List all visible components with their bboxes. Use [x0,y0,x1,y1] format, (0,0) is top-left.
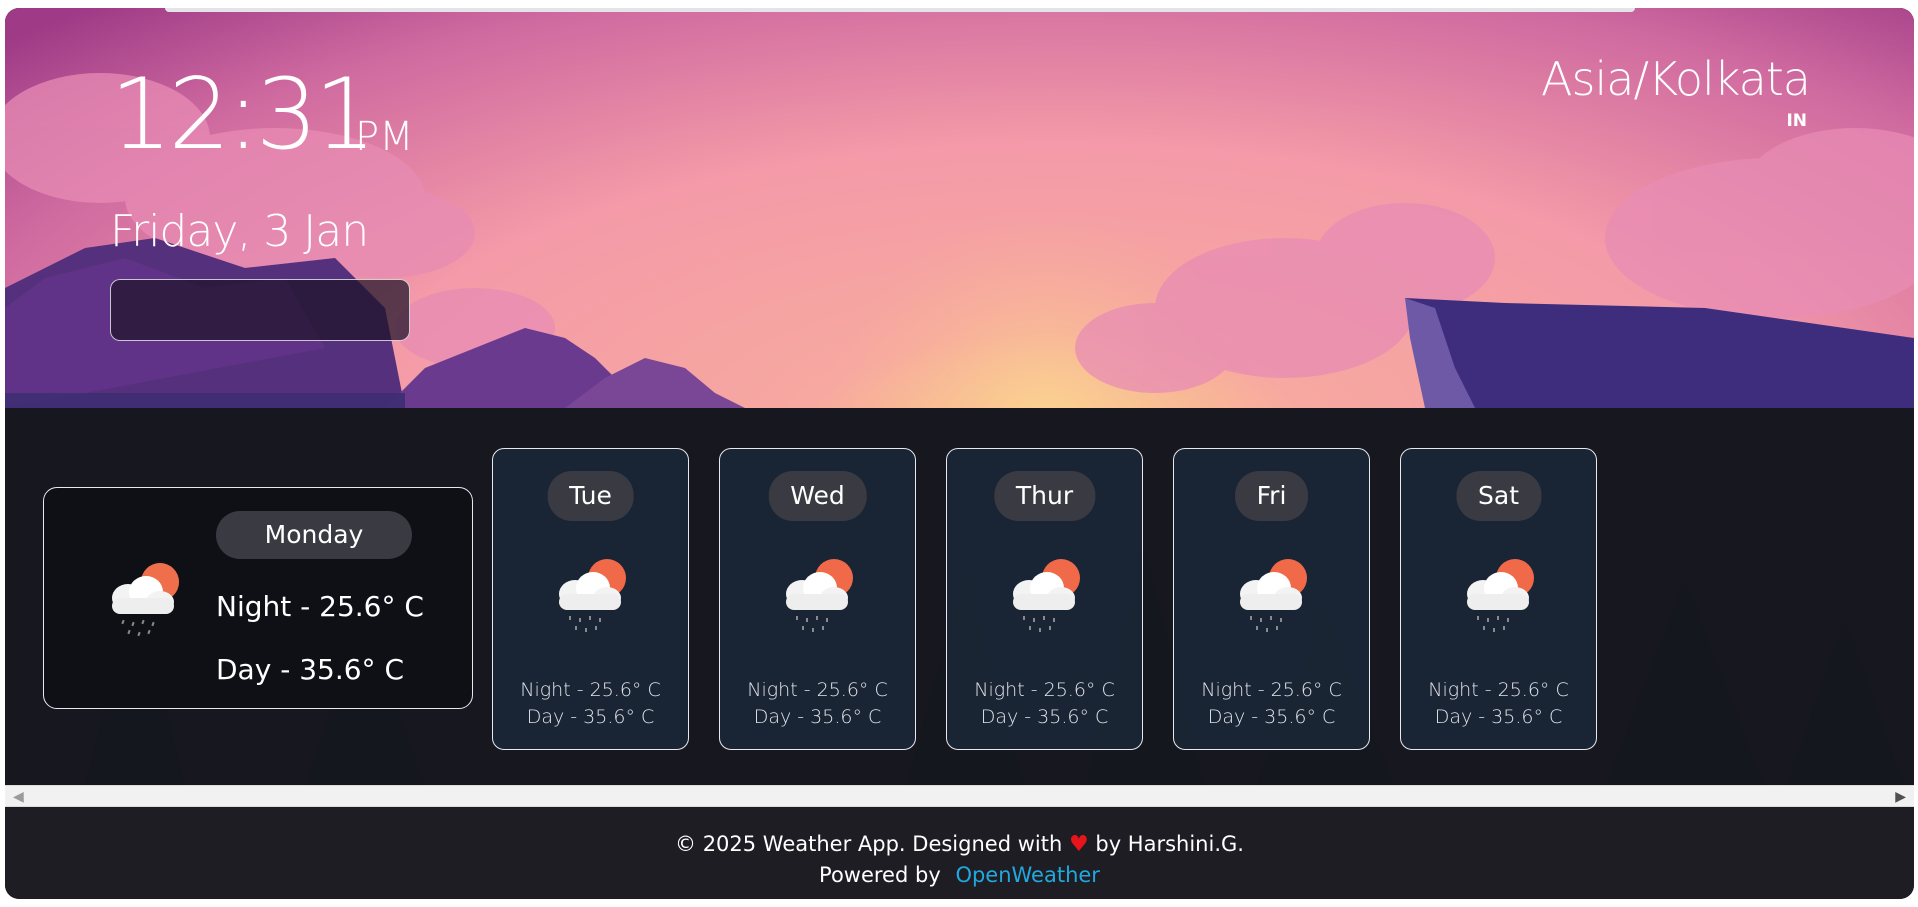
cloud-rain-sun-icon [112,563,179,637]
scroll-right-arrow-icon[interactable]: ▶ [1895,789,1906,805]
window-top-edge [165,8,1635,12]
today-forecast-card: Monday Night - 25.6° C Day - 35.6° C [43,487,473,709]
today-day-label: Monday [216,511,412,559]
forecast-day-label: Sat [1456,471,1541,521]
forecast-night-temp: Night - 25.6° C [1201,679,1342,701]
forecast-night-temp: Night - 25.6° C [520,679,661,701]
footer: © 2025 Weather App. Designed with ♥ by H… [5,808,1914,899]
cloud-rain-sun-icon [1467,559,1534,632]
forecast-day-temp: Day - 35.6° C [753,706,882,728]
cloud-rain-sun-icon [1240,559,1307,632]
footer-powered-line: Powered by OpenWeather [5,863,1914,887]
country-code: IN [1786,111,1807,131]
heart-icon: ♥ [1068,832,1089,857]
current-weather-info-box [110,279,410,341]
clock-time: 12:31 [110,58,376,172]
forecast-day-label: Wed [768,471,867,521]
forecast-card-tue: Tue Night - 25.6° C Day - 35.6° C [492,448,689,750]
timezone-label: Asia/Kolkata [1541,52,1811,106]
clock-date: Friday, 3 Jan [110,206,369,257]
forecast-day-temp: Day - 35.6° C [526,706,655,728]
forecast-day-label: Fri [1234,471,1309,521]
today-day-temp: Day - 35.6° C [216,653,404,686]
scroll-left-arrow-icon[interactable]: ◀ [13,789,24,805]
weather-app: 12:31 PM Friday, 3 Jan Asia/Kolkata IN M… [5,8,1914,899]
forecast-card-sat: Sat Night - 25.6° C Day - 35.6° C [1400,448,1597,750]
forecast-night-temp: Night - 25.6° C [747,679,888,701]
clock-ampm: PM [355,114,414,160]
openweather-link[interactable]: OpenWeather [955,863,1100,887]
forecast-day-label: Thur [993,471,1096,521]
footer-copyright: © 2025 Weather App. Designed with [675,832,1063,856]
forecast-day-temp: Day - 35.6° C [1207,706,1336,728]
footer-powered-by: Powered by [819,863,941,887]
forecast-card-fri: Fri Night - 25.6° C Day - 35.6° C [1173,448,1370,750]
forecast-night-temp: Night - 25.6° C [1428,679,1569,701]
today-night-temp: Night - 25.6° C [216,590,424,623]
forecast-night-temp: Night - 25.6° C [974,679,1115,701]
clock: 12:31 PM [110,58,414,172]
forecast-card-thur: Thur Night - 25.6° C Day - 35.6° C [946,448,1143,750]
forecast-day-label: Tue [547,471,634,521]
cloud-rain-sun-icon [786,559,853,632]
horizontal-scrollbar[interactable]: ◀ ▶ [5,785,1914,807]
forecast-day-temp: Day - 35.6° C [980,706,1109,728]
forecast-card-wed: Wed Night - 25.6° C Day - 35.6° C [719,448,916,750]
forecast-day-temp: Day - 35.6° C [1434,706,1563,728]
footer-copyright-line: © 2025 Weather App. Designed with ♥ by H… [5,832,1914,857]
footer-author: by Harshini.G. [1095,832,1244,856]
cloud-rain-sun-icon [559,559,626,632]
cloud-rain-sun-icon [1013,559,1080,632]
